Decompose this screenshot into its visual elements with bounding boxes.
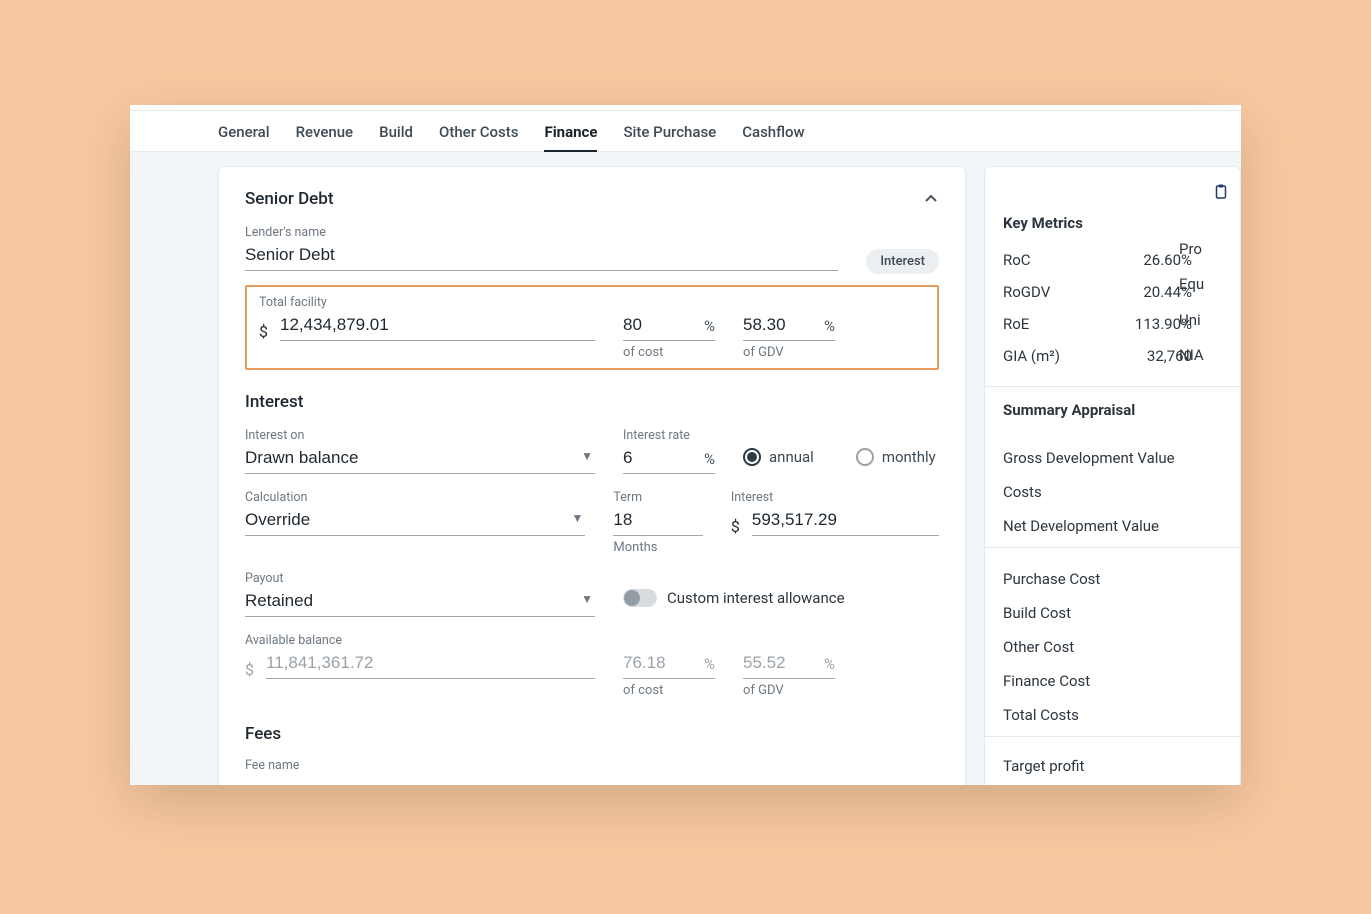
radio-annual-label: annual — [769, 448, 814, 466]
clipboard-icon[interactable] — [1212, 185, 1230, 206]
list-item[interactable]: Build Cost — [1003, 596, 1240, 630]
fee-name-label: Fee name — [245, 758, 939, 773]
radio-unchecked-icon — [856, 448, 874, 466]
avail-of-cost-pct — [623, 650, 698, 679]
list-item[interactable]: Purchase Cost — [1003, 562, 1240, 596]
radio-checked-icon — [743, 448, 761, 466]
tabs: General Revenue Build Other Costs Financ… — [130, 111, 1241, 152]
metric-row: RoE113.90% — [1003, 308, 1240, 340]
list-item[interactable]: Other Cost — [1003, 630, 1240, 664]
tab-cashflow[interactable]: Cashflow — [742, 111, 804, 151]
currency-symbol: $ — [259, 322, 268, 341]
section-title: Senior Debt — [245, 189, 334, 209]
radio-monthly[interactable]: monthly — [856, 448, 936, 466]
metric-row: GIA (m²)32,760 — [1003, 340, 1240, 372]
list-item[interactable]: Total Costs — [1003, 698, 1240, 732]
tab-build[interactable]: Build — [379, 111, 413, 151]
avail-of-gdv-pct — [743, 650, 818, 679]
of-gdv-pct-input[interactable] — [743, 312, 818, 341]
summary-appraisal-title: Summary Appraisal — [985, 387, 1240, 431]
metrics-col2: Pro Equ Uni NIA — [1179, 232, 1204, 373]
fees-section-title: Fees — [245, 724, 939, 744]
interest-amount-input[interactable] — [752, 507, 939, 536]
tab-finance[interactable]: Finance — [544, 111, 597, 151]
radio-monthly-label: monthly — [882, 448, 936, 466]
interest-amount-label: Interest — [731, 490, 939, 505]
list-item[interactable]: Costs — [1003, 475, 1240, 509]
chevron-down-icon[interactable]: ▼ — [581, 449, 593, 463]
available-balance-input — [266, 650, 595, 679]
of-cost-pct-input[interactable] — [623, 312, 698, 341]
of-cost-helper: of cost — [623, 683, 715, 698]
of-gdv-helper: of GDV — [743, 683, 835, 698]
pct-symbol: % — [698, 652, 715, 679]
custom-allowance-toggle[interactable] — [623, 589, 657, 607]
currency-symbol: $ — [731, 517, 740, 536]
interest-section-title: Interest — [245, 392, 939, 412]
total-facility-input[interactable] — [280, 312, 595, 341]
interest-on-label: Interest on — [245, 428, 595, 443]
calculation-select[interactable] — [245, 507, 585, 536]
radio-annual[interactable]: annual — [743, 448, 814, 466]
term-helper: Months — [613, 540, 702, 555]
tab-general[interactable]: General — [218, 111, 270, 151]
pct-symbol: % — [698, 447, 715, 474]
calculation-label: Calculation — [245, 490, 585, 505]
side-panel: Key Metrics RoC26.60% RoGDV20.44% RoE113… — [984, 166, 1241, 785]
period-radio-group: annual monthly — [743, 446, 936, 466]
total-facility-group: Total facility $ % of cost — [245, 285, 939, 370]
of-gdv-helper: of GDV — [743, 345, 835, 360]
lender-name-label: Lender's name — [245, 225, 838, 240]
metric-row: RoC26.60% — [1003, 244, 1240, 276]
lender-name-input[interactable] — [245, 242, 838, 271]
tab-other-costs[interactable]: Other Costs — [439, 111, 518, 151]
app-window: Personal board / 12 New Street, Sydney (… — [130, 105, 1241, 785]
term-input[interactable] — [613, 507, 702, 536]
chevron-down-icon[interactable]: ▼ — [572, 511, 584, 525]
metric-row: RoGDV20.44% — [1003, 276, 1240, 308]
custom-allowance-label: Custom interest allowance — [667, 589, 845, 607]
tab-site-purchase[interactable]: Site Purchase — [623, 111, 716, 151]
payout-label: Payout — [245, 571, 595, 586]
interest-badge[interactable]: Interest — [866, 249, 939, 274]
interest-rate-input[interactable] — [623, 445, 698, 474]
currency-symbol: $ — [245, 660, 254, 679]
senior-debt-panel: Senior Debt Lender's name Interest Total… — [218, 166, 966, 785]
of-cost-helper: of cost — [623, 345, 715, 360]
interest-rate-label: Interest rate — [623, 428, 715, 443]
list-item[interactable]: Finance Cost — [1003, 664, 1240, 698]
list-item[interactable]: Target profit — [1003, 749, 1240, 783]
total-facility-label: Total facility — [259, 295, 595, 310]
pct-symbol: % — [818, 652, 835, 679]
interest-on-select[interactable] — [245, 445, 595, 474]
payout-select[interactable] — [245, 588, 595, 617]
term-label: Term — [613, 490, 702, 505]
chevron-down-icon[interactable]: ▼ — [581, 592, 593, 606]
list-item[interactable]: Gross Development Value — [1003, 441, 1240, 475]
list-item[interactable]: Net Development Value — [1003, 509, 1240, 543]
chevron-up-icon[interactable] — [923, 191, 939, 207]
tab-revenue[interactable]: Revenue — [296, 111, 354, 151]
pct-symbol: % — [698, 314, 715, 341]
pct-symbol: % — [818, 314, 835, 341]
available-balance-label: Available balance — [245, 633, 595, 648]
content-area: Senior Debt Lender's name Interest Total… — [130, 152, 1241, 785]
